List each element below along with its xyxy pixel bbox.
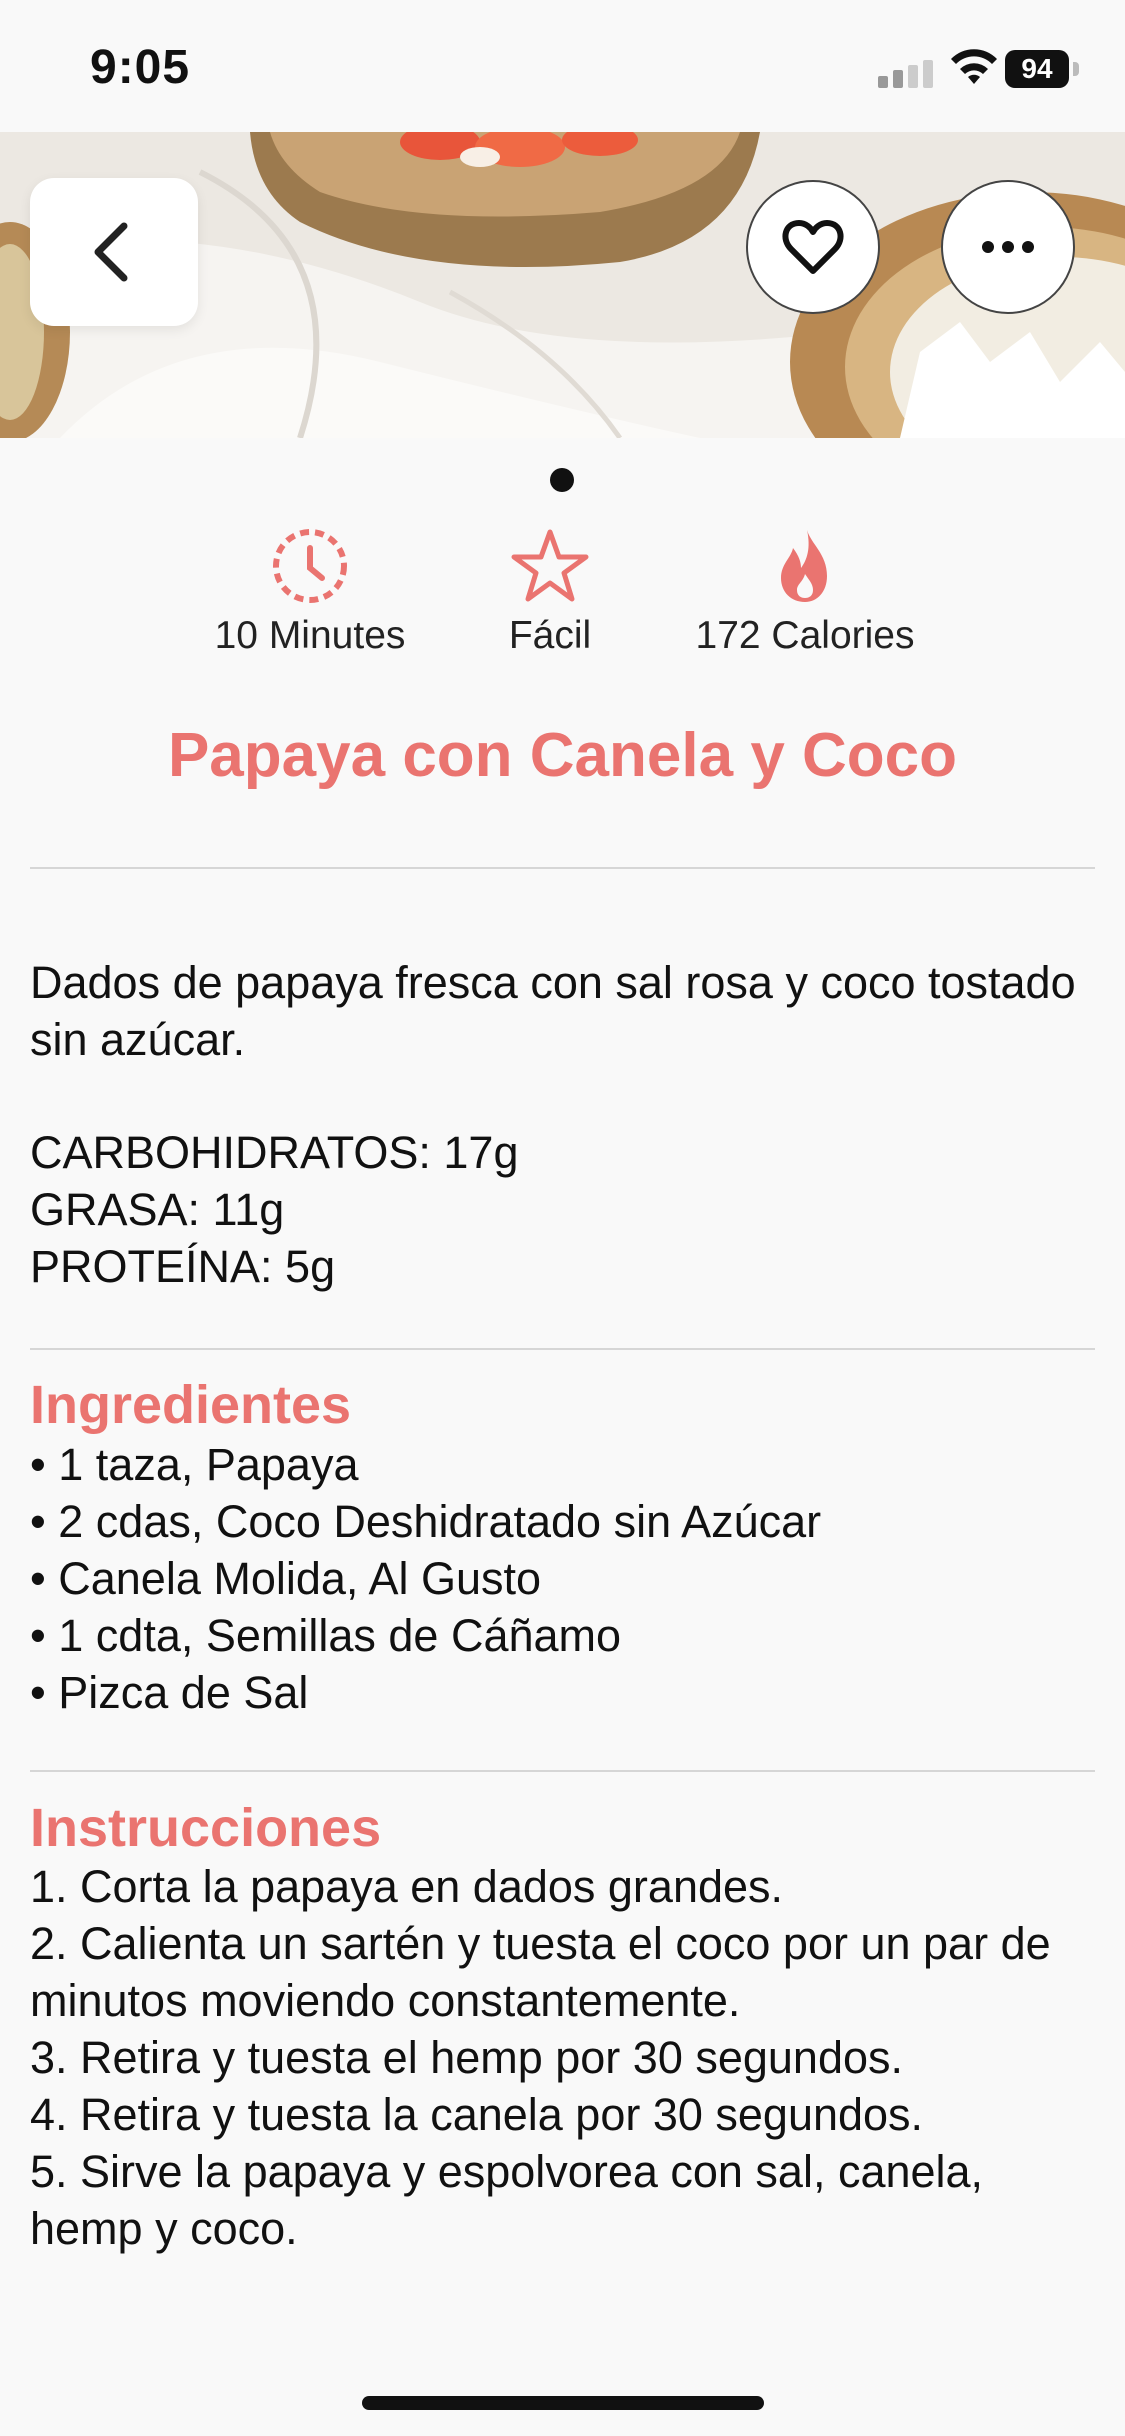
chevron-left-icon [94, 222, 128, 282]
page-indicator-dot [550, 468, 574, 492]
instruction-step: 3. Retira y tuesta el hemp por 30 segund… [30, 2032, 904, 2083]
instruction-step: 5. Sirve la papaya y espolvorea con sal,… [30, 2146, 984, 2254]
battery-tip [1073, 62, 1079, 76]
stat-difficulty: Fácil [490, 526, 610, 658]
stat-calories: 172 Calories [680, 526, 930, 658]
recipe-title: Papaya con Canela y Coco [167, 721, 958, 790]
ingredient-item: • 2 cdas, Coco Deshidratado sin Azúcar [30, 1496, 822, 1547]
macros-list: CARBOHIDRATOS: 17g GRASA: 11g PROTEÍNA: … [30, 1124, 1105, 1295]
ingredient-item: • Pizca de Sal [30, 1667, 309, 1718]
back-button[interactable] [30, 178, 198, 326]
battery-indicator: 94 [1005, 50, 1081, 90]
home-indicator[interactable] [362, 2396, 764, 2410]
macro-protein: PROTEÍNA: 5g [30, 1241, 336, 1292]
favorite-button[interactable] [746, 180, 880, 314]
instruction-step: 2. Calienta un sartén y tuesta el coco p… [30, 1918, 1051, 2026]
cellular-signal-icon [878, 60, 933, 88]
heart-icon [782, 220, 844, 274]
status-bar: 9:05 94 [0, 0, 1125, 132]
ingredient-item: • Canela Molida, Al Gusto [30, 1553, 542, 1604]
stat-prep-time: 10 Minutes [200, 526, 420, 658]
calories-label: 172 Calories [695, 614, 915, 657]
macro-fat: GRASA: 11g [30, 1184, 285, 1235]
more-options-button[interactable] [941, 180, 1075, 314]
recipe-description: Dados de papaya fresca con sal rosa y co… [30, 957, 1076, 1065]
instruction-step: 4. Retira y tuesta la canela por 30 segu… [30, 2089, 924, 2140]
prep-time-label: 10 Minutes [214, 614, 406, 657]
ingredients-heading: Ingredientes [30, 1375, 352, 1435]
battery-level: 94 [1005, 50, 1069, 88]
star-icon [511, 529, 589, 602]
instruction-step: 1. Corta la papaya en dados grandes. [30, 1861, 784, 1912]
instructions-list: 1. Corta la papaya en dados grandes. 2. … [30, 1858, 1105, 2257]
ingredient-item: • 1 cdta, Semillas de Cáñamo [30, 1610, 622, 1661]
instructions-heading: Instrucciones [30, 1798, 382, 1858]
flame-icon [781, 530, 827, 602]
wifi-icon [951, 49, 997, 84]
ellipsis-icon [982, 241, 1034, 253]
ingredient-item: • 1 taza, Papaya [30, 1439, 359, 1490]
clock-icon [273, 529, 347, 603]
divider [30, 1770, 1095, 1772]
difficulty-label: Fácil [508, 614, 592, 657]
status-time: 9:05 [90, 41, 191, 94]
divider [30, 1348, 1095, 1350]
macro-carbs: CARBOHIDRATOS: 17g [30, 1127, 519, 1178]
divider [30, 867, 1095, 869]
ingredients-list: • 1 taza, Papaya • 2 cdas, Coco Deshidra… [30, 1436, 1105, 1721]
